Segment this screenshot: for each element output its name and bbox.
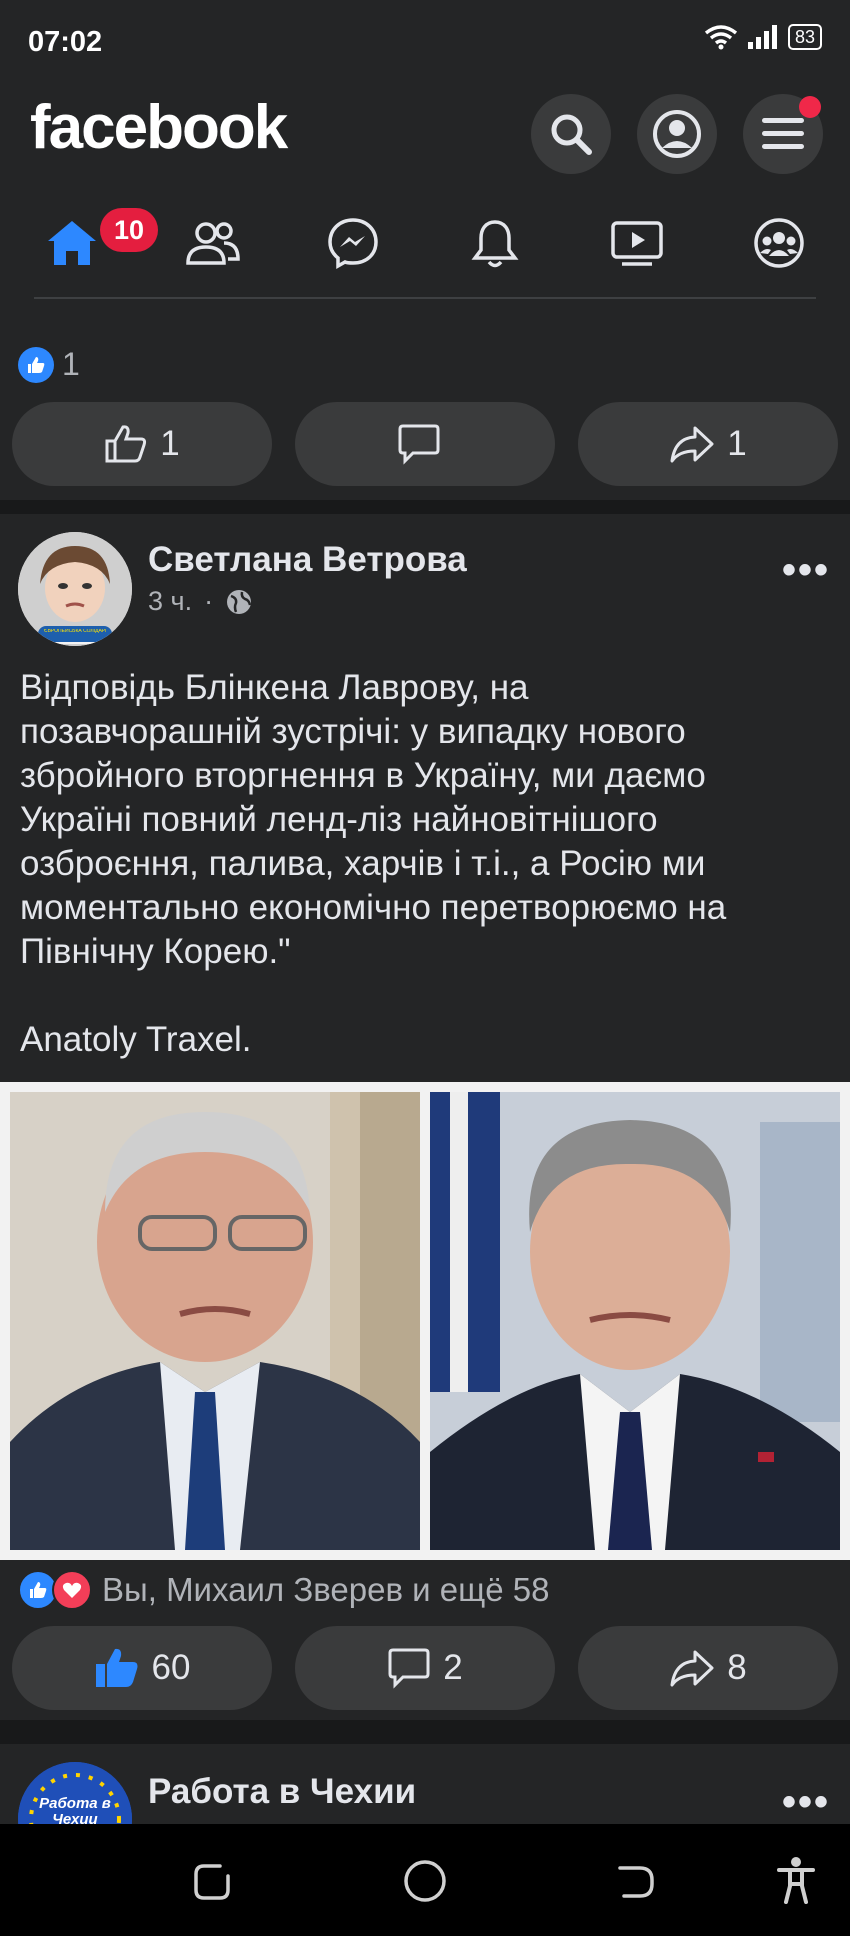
menu-notification-dot <box>799 96 821 118</box>
photo-left <box>10 1092 420 1550</box>
post-comment-button[interactable]: 2 <box>295 1626 555 1710</box>
reactions-summary[interactable]: Вы, Михаил Зверев и ещё 58 <box>18 1570 550 1610</box>
post-meta: 3 ч. · <box>148 586 253 617</box>
previous-post-reactions[interactable]: 1 <box>18 346 80 383</box>
like-button[interactable]: 1 <box>12 402 272 486</box>
post-photo[interactable] <box>0 1082 850 1560</box>
meta-separator: · <box>204 586 214 616</box>
like-count: 1 <box>160 424 180 463</box>
header-divider <box>34 297 816 299</box>
next-post-options-button[interactable]: ••• <box>782 1780 830 1825</box>
home-nav-icon[interactable] <box>402 1858 448 1904</box>
share-icon <box>670 426 714 463</box>
love-reaction-icon <box>52 1570 92 1610</box>
facebook-logo[interactable]: facebook <box>30 92 288 163</box>
share-button[interactable]: 1 <box>578 402 838 486</box>
reactions-summary-text: Вы, Михаил Зверев и ещё 58 <box>102 1571 550 1608</box>
main-tab-bar: 10 <box>0 196 850 296</box>
tab-friends[interactable] <box>173 208 253 278</box>
profile-button[interactable] <box>637 94 717 174</box>
status-icons: 83 <box>704 24 822 50</box>
battery-indicator: 83 <box>787 24 822 50</box>
globe-icon <box>227 589 252 614</box>
post-comment-count: 2 <box>443 1648 463 1687</box>
photo-right <box>430 1092 840 1550</box>
bell-icon <box>471 220 519 268</box>
post-like-count: 60 <box>151 1648 191 1687</box>
post-share-count: 8 <box>727 1648 747 1687</box>
messenger-icon <box>328 218 378 270</box>
tab-watch[interactable] <box>597 208 677 278</box>
status-time: 07:02 <box>28 26 103 58</box>
signal-icon <box>747 25 777 49</box>
search-button[interactable] <box>531 94 611 174</box>
back-icon[interactable] <box>614 1860 658 1904</box>
reaction-count: 1 <box>62 346 80 382</box>
next-post-author-name[interactable]: Работа в Чехии <box>148 1772 416 1812</box>
recents-icon[interactable] <box>190 1860 234 1904</box>
comment-icon <box>388 1648 430 1689</box>
home-badge: 10 <box>100 208 158 252</box>
post-time[interactable]: 3 ч. <box>148 586 192 617</box>
search-icon <box>551 114 592 155</box>
share-count: 1 <box>727 424 747 463</box>
post-like-button[interactable]: 60 <box>12 1626 272 1710</box>
comment-button[interactable] <box>295 402 555 486</box>
thumbs-up-icon <box>105 425 147 463</box>
comment-icon <box>398 424 440 465</box>
post-share-button[interactable]: 8 <box>578 1626 838 1710</box>
menu-icon <box>762 118 804 149</box>
post-text: Відповідь Блінкена Лаврову, на позавчора… <box>20 668 727 1059</box>
post-author-name[interactable]: Светлана Ветрова <box>148 540 467 580</box>
avatar-caption: ЄВРОПЕЙСЬКА СОЛІДАРНІСТЬ <box>44 629 106 634</box>
author-avatar[interactable]: ЄВРОПЕЙСЬКА СОЛІДАРНІСТЬ <box>18 532 132 646</box>
friends-icon <box>186 222 240 265</box>
share-icon <box>670 1650 714 1687</box>
profile-icon <box>653 110 701 158</box>
tab-notifications[interactable] <box>455 208 535 278</box>
wifi-icon <box>704 25 738 50</box>
menu-button[interactable] <box>743 94 823 174</box>
video-icon <box>611 221 663 266</box>
thumbs-up-filled-icon <box>95 1648 138 1687</box>
tab-messenger[interactable] <box>313 208 393 278</box>
tab-groups[interactable] <box>739 208 819 278</box>
home-icon <box>48 221 96 265</box>
like-reaction-icon <box>18 346 54 383</box>
post-options-button[interactable]: ••• <box>782 548 830 593</box>
tab-home[interactable]: 10 <box>32 208 158 278</box>
accessibility-icon[interactable] <box>776 1856 816 1904</box>
groups-icon <box>754 218 804 268</box>
